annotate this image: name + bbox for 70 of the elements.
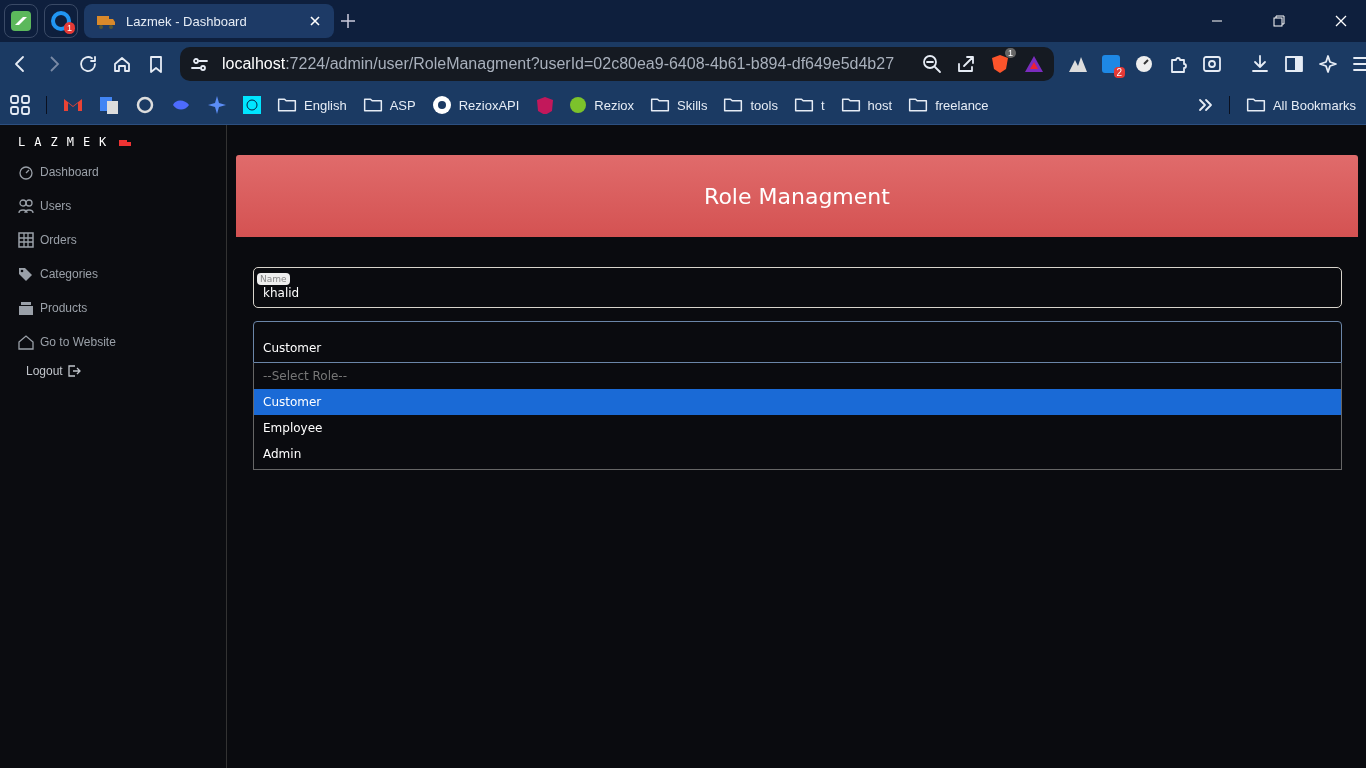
close-icon[interactable] [1334, 14, 1348, 28]
star-icon[interactable] [207, 95, 227, 115]
gauge-icon [18, 164, 34, 180]
bookmark[interactable]: t [793, 95, 825, 115]
bookmark[interactable]: Skills [650, 95, 708, 115]
sidebar-icon[interactable] [1284, 54, 1305, 74]
reload-icon[interactable] [78, 54, 98, 74]
nav-link[interactable]: Go to Website [18, 325, 226, 359]
bookmark[interactable]: Reziox [569, 96, 635, 114]
nav-link[interactable]: Categories [18, 257, 226, 291]
home-icon [18, 334, 34, 350]
table-icon [18, 232, 34, 248]
logout-icon [66, 364, 81, 378]
menu-icon[interactable] [1352, 54, 1366, 74]
bookmark[interactable]: RezioxAPI [431, 95, 520, 115]
count-badge: 1 [1005, 48, 1017, 58]
pinned-tab[interactable] [4, 4, 38, 38]
share-icon[interactable] [956, 54, 977, 74]
logout-link[interactable]: Logout [26, 359, 226, 383]
address-bar[interactable]: localhost:7224/admin/user/RoleManagment?userId=02c80ea9-6408-4b61-b894-df649e5d4b27 1 [180, 47, 1055, 81]
tag-icon [18, 266, 34, 282]
folder-icon [793, 95, 814, 115]
site-settings-icon [190, 55, 208, 73]
page-header: Role Managment [236, 155, 1358, 237]
speedometer-icon[interactable] [1134, 54, 1155, 74]
folder-icon [840, 95, 861, 115]
triangle-icon[interactable] [1024, 54, 1045, 74]
name-field[interactable]: Name khalid [253, 267, 1342, 308]
puzzle-icon[interactable] [1168, 54, 1189, 74]
browser-tab[interactable]: Lazmek - Dashboard [84, 4, 334, 38]
folder-icon [277, 95, 297, 115]
folder-icon [1245, 95, 1266, 115]
dropdown-option[interactable]: --Select Role-- [254, 363, 1341, 389]
bookmark[interactable]: English [277, 95, 347, 115]
bookmark[interactable]: host [840, 95, 893, 115]
logo-text: LAZMEK [18, 135, 116, 149]
folder-icon [362, 95, 383, 115]
app-icon [51, 11, 71, 31]
apps-grid-icon[interactable] [10, 95, 30, 115]
dropdown-option[interactable]: Employee [254, 415, 1341, 441]
folder-icon [908, 95, 929, 115]
dropdown-option[interactable]: Customer [254, 389, 1341, 415]
translate-icon[interactable] [99, 95, 119, 115]
box-icon [18, 300, 34, 316]
users-icon [18, 198, 34, 214]
url-text: localhost:7224/admin/user/RoleManagment?userId=02c80ea9-6408-4b61-b894-df649e5d4b27 [222, 55, 895, 73]
nav-link[interactable]: Users [18, 189, 226, 223]
zoom-out-icon[interactable] [922, 54, 943, 74]
app-icon [11, 11, 31, 31]
bookmark[interactable]: ASP [362, 95, 416, 115]
nav-link[interactable]: Products [18, 291, 226, 325]
count-badge: 2 [1113, 67, 1126, 78]
bookmark[interactable]: freelance [908, 95, 989, 115]
folder-icon [650, 95, 671, 115]
bookmark[interactable]: All Bookmarks [1245, 95, 1356, 115]
pinned-tab[interactable]: 1 [44, 4, 78, 38]
nav-link[interactable]: Dashboard [18, 155, 226, 189]
dropdown-option[interactable]: Admin [254, 441, 1341, 467]
maximize-icon[interactable] [1272, 14, 1286, 28]
sparkle-icon[interactable] [1318, 54, 1339, 74]
nav-link[interactable]: Orders [18, 223, 226, 257]
more-icon[interactable] [1196, 96, 1213, 114]
folder-icon [723, 95, 744, 115]
role-select[interactable]: Customer [253, 321, 1342, 363]
home-icon[interactable] [112, 54, 132, 74]
new-tab-icon[interactable] [340, 13, 356, 29]
download-icon[interactable] [1250, 54, 1271, 74]
notification-badge: 1 [64, 22, 75, 34]
close-icon[interactable] [308, 14, 322, 28]
bookmark[interactable]: tools [723, 95, 778, 115]
